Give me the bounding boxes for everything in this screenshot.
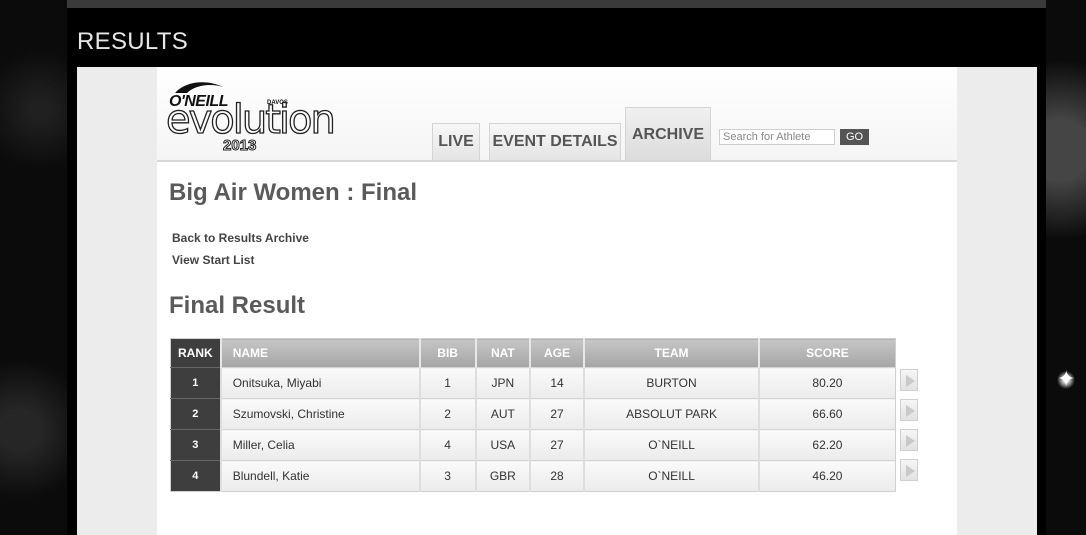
table-row: 1 Onitsuka, Miyabi 1 JPN 14 BURTON 80.20 xyxy=(170,367,896,399)
table-row: 4 Blundell, Katie 3 GBR 28 O`NEILL 46.20 xyxy=(170,460,896,492)
star-icon: ✦ xyxy=(1057,366,1076,391)
score-cell: 66.60 xyxy=(758,398,896,430)
table-row: 2 Szumovski, Christine 2 AUT 27 ABSOLUT … xyxy=(170,398,896,430)
play-video-icon[interactable] xyxy=(900,399,918,421)
results-table: RANK NAME BIB NAT AGE TEAM SCORE 1 Onits… xyxy=(170,338,896,492)
play-video-icon[interactable] xyxy=(900,369,918,391)
final-result-heading: Final Result xyxy=(169,292,306,319)
go-button[interactable]: GO xyxy=(840,129,869,145)
rank-cell: 2 xyxy=(170,398,222,430)
name-cell: Onitsuka, Miyabi xyxy=(220,367,421,399)
site-header: O'NEILL DAVOS evolution 2013 LIVE EVENT … xyxy=(157,67,957,162)
tab-event-details[interactable]: EVENT DETAILS xyxy=(489,123,621,160)
view-start-list-link[interactable]: View Start List xyxy=(172,253,254,267)
column-header-name: NAME xyxy=(220,338,421,368)
rank-cell: 3 xyxy=(170,429,222,461)
age-cell: 27 xyxy=(529,398,586,430)
score-cell: 62.20 xyxy=(758,429,896,461)
column-header-team: TEAM xyxy=(584,338,760,368)
name-cell: Miller, Celia xyxy=(220,429,421,461)
name-cell: Blundell, Katie xyxy=(220,460,421,492)
bib-cell: 2 xyxy=(419,398,477,430)
rank-cell: 4 xyxy=(170,460,222,492)
column-header-nat: NAT xyxy=(475,338,531,368)
score-cell: 80.20 xyxy=(758,367,896,399)
column-header-rank: RANK xyxy=(170,338,222,368)
nat-cell: USA xyxy=(475,429,531,461)
results-content: O'NEILL DAVOS evolution 2013 LIVE EVENT … xyxy=(157,67,957,535)
athlete-search-input[interactable] xyxy=(719,129,835,145)
nat-cell: JPN xyxy=(475,367,531,399)
column-header-score: SCORE xyxy=(758,338,896,368)
table-row: 3 Miller, Celia 4 USA 27 O`NEILL 62.20 xyxy=(170,429,896,461)
name-cell: Szumovski, Christine xyxy=(220,398,421,430)
table-header-row: RANK NAME BIB NAT AGE TEAM SCORE xyxy=(170,338,896,368)
age-cell: 14 xyxy=(529,367,586,399)
oneill-evolution-logo[interactable]: O'NEILL DAVOS evolution 2013 xyxy=(165,75,367,155)
column-header-bib: BIB xyxy=(419,338,477,368)
column-header-age: AGE xyxy=(529,338,586,368)
age-cell: 28 xyxy=(529,460,586,492)
team-cell: O`NEILL xyxy=(584,460,760,492)
bib-cell: 4 xyxy=(419,429,477,461)
bib-cell: 3 xyxy=(419,460,477,492)
nat-cell: GBR xyxy=(475,460,531,492)
event-title: Big Air Women : Final xyxy=(169,179,418,206)
nat-cell: AUT xyxy=(475,398,531,430)
team-cell: O`NEILL xyxy=(584,429,760,461)
score-cell: 46.20 xyxy=(758,460,896,492)
page-title: RESULTS xyxy=(77,28,189,55)
top-bar xyxy=(67,0,1046,8)
team-cell: ABSOLUT PARK xyxy=(584,398,760,430)
play-video-icon[interactable] xyxy=(900,429,918,451)
team-cell: BURTON xyxy=(584,367,760,399)
tab-archive[interactable]: ARCHIVE xyxy=(625,107,711,160)
back-to-archive-link[interactable]: Back to Results Archive xyxy=(172,231,309,245)
play-video-icon[interactable] xyxy=(900,459,918,481)
tab-live[interactable]: LIVE xyxy=(432,123,480,160)
bib-cell: 1 xyxy=(419,367,477,399)
age-cell: 27 xyxy=(529,429,586,461)
logo-year: 2013 xyxy=(222,137,257,155)
rank-cell: 1 xyxy=(170,367,222,399)
